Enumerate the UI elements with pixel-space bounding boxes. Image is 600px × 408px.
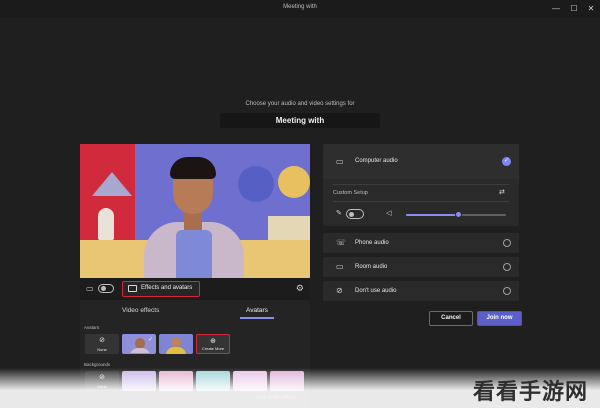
avatar-tile-none[interactable]: ⊘ None <box>85 334 119 354</box>
bust-statue <box>98 208 114 240</box>
no-audio-label: Don't use audio <box>355 288 397 294</box>
computer-audio-label: Computer audio <box>355 158 398 164</box>
mic-toggle[interactable] <box>346 209 364 219</box>
avatar-thumb-body <box>130 348 150 353</box>
speaker-icon: ◁ <box>386 210 392 217</box>
window-titlebar: Meeting with — ☐ ✕ <box>0 0 600 18</box>
join-now-button[interactable]: Join now <box>477 311 522 326</box>
camera-icon: ▭ <box>86 284 94 293</box>
wall-circle-yellow <box>278 166 310 198</box>
avatar-thumb-body <box>166 347 186 354</box>
divider <box>333 184 509 185</box>
phone-icon: ☏ <box>336 238 347 247</box>
divider <box>333 201 509 202</box>
preview-toolbar: ▭ Effects and avatars ⚙ <box>80 278 310 300</box>
maximize-button[interactable]: ☐ <box>568 3 580 15</box>
gear-icon[interactable]: ⚙ <box>296 283 304 294</box>
custom-setup-label: Custom Setup <box>333 190 368 196</box>
no-audio-radio[interactable] <box>503 287 511 295</box>
effects-icon <box>128 285 137 292</box>
mic-off-icon: ✎ <box>336 210 342 217</box>
computer-icon: ▭ <box>336 157 344 166</box>
room-audio-label: Room audio <box>355 264 388 270</box>
create-icon: ⊕ <box>210 338 216 345</box>
avatar-shirt <box>176 230 212 278</box>
avatar-tile-2[interactable] <box>159 334 193 354</box>
effects-label: Effects and avatars <box>141 285 193 291</box>
camera-toggle[interactable] <box>98 284 114 293</box>
minimize-button[interactable]: — <box>550 3 562 15</box>
monitor-icon: ▭ <box>336 262 344 271</box>
selected-check-icon: ✓ <box>502 157 511 166</box>
create-more-tile[interactable]: ⊕ Create More <box>196 334 230 354</box>
watermark-text: 看看手游网 <box>472 380 588 405</box>
avatar-hair <box>170 157 216 179</box>
phone-audio-label: Phone audio <box>355 240 389 246</box>
phone-audio-option[interactable] <box>323 233 519 253</box>
video-preview <box>80 144 310 278</box>
none-icon: ⊘ <box>99 337 105 344</box>
check-icon: ✓ <box>147 337 153 343</box>
avatar-tile-selected[interactable]: ✓ <box>122 334 156 354</box>
cancel-button[interactable]: Cancel <box>429 311 473 326</box>
no-audio-icon: ⊘ <box>336 286 343 295</box>
lamp-shape <box>92 172 132 196</box>
bookshelf <box>268 216 310 242</box>
setup-subtitle: Choose your audio and video settings for <box>245 101 355 107</box>
room-audio-radio[interactable] <box>503 263 511 271</box>
tab-video-effects[interactable]: Video effects <box>122 307 159 314</box>
effects-and-avatars-button[interactable]: Effects and avatars <box>122 281 200 297</box>
device-settings-icon[interactable]: ⇄ <box>499 188 505 196</box>
backgrounds-section-label: Backgrounds <box>84 362 111 367</box>
close-button[interactable]: ✕ <box>585 3 597 15</box>
no-audio-option[interactable] <box>323 281 519 301</box>
active-tab-indicator <box>240 317 274 319</box>
volume-slider-thumb[interactable] <box>455 211 462 218</box>
watermark-overlay: 看看手游网 <box>0 368 600 408</box>
room-audio-option[interactable] <box>323 257 519 277</box>
meeting-title: Meeting with <box>220 113 380 128</box>
tab-avatars[interactable]: Avatars <box>246 307 268 314</box>
phone-audio-radio[interactable] <box>503 239 511 247</box>
computer-audio-row[interactable] <box>323 144 519 179</box>
window-title: Meeting with <box>283 4 317 10</box>
volume-slider-fill <box>406 214 458 216</box>
avatars-section-label: Avatars <box>84 325 100 330</box>
wall-circle-blue <box>238 166 274 202</box>
